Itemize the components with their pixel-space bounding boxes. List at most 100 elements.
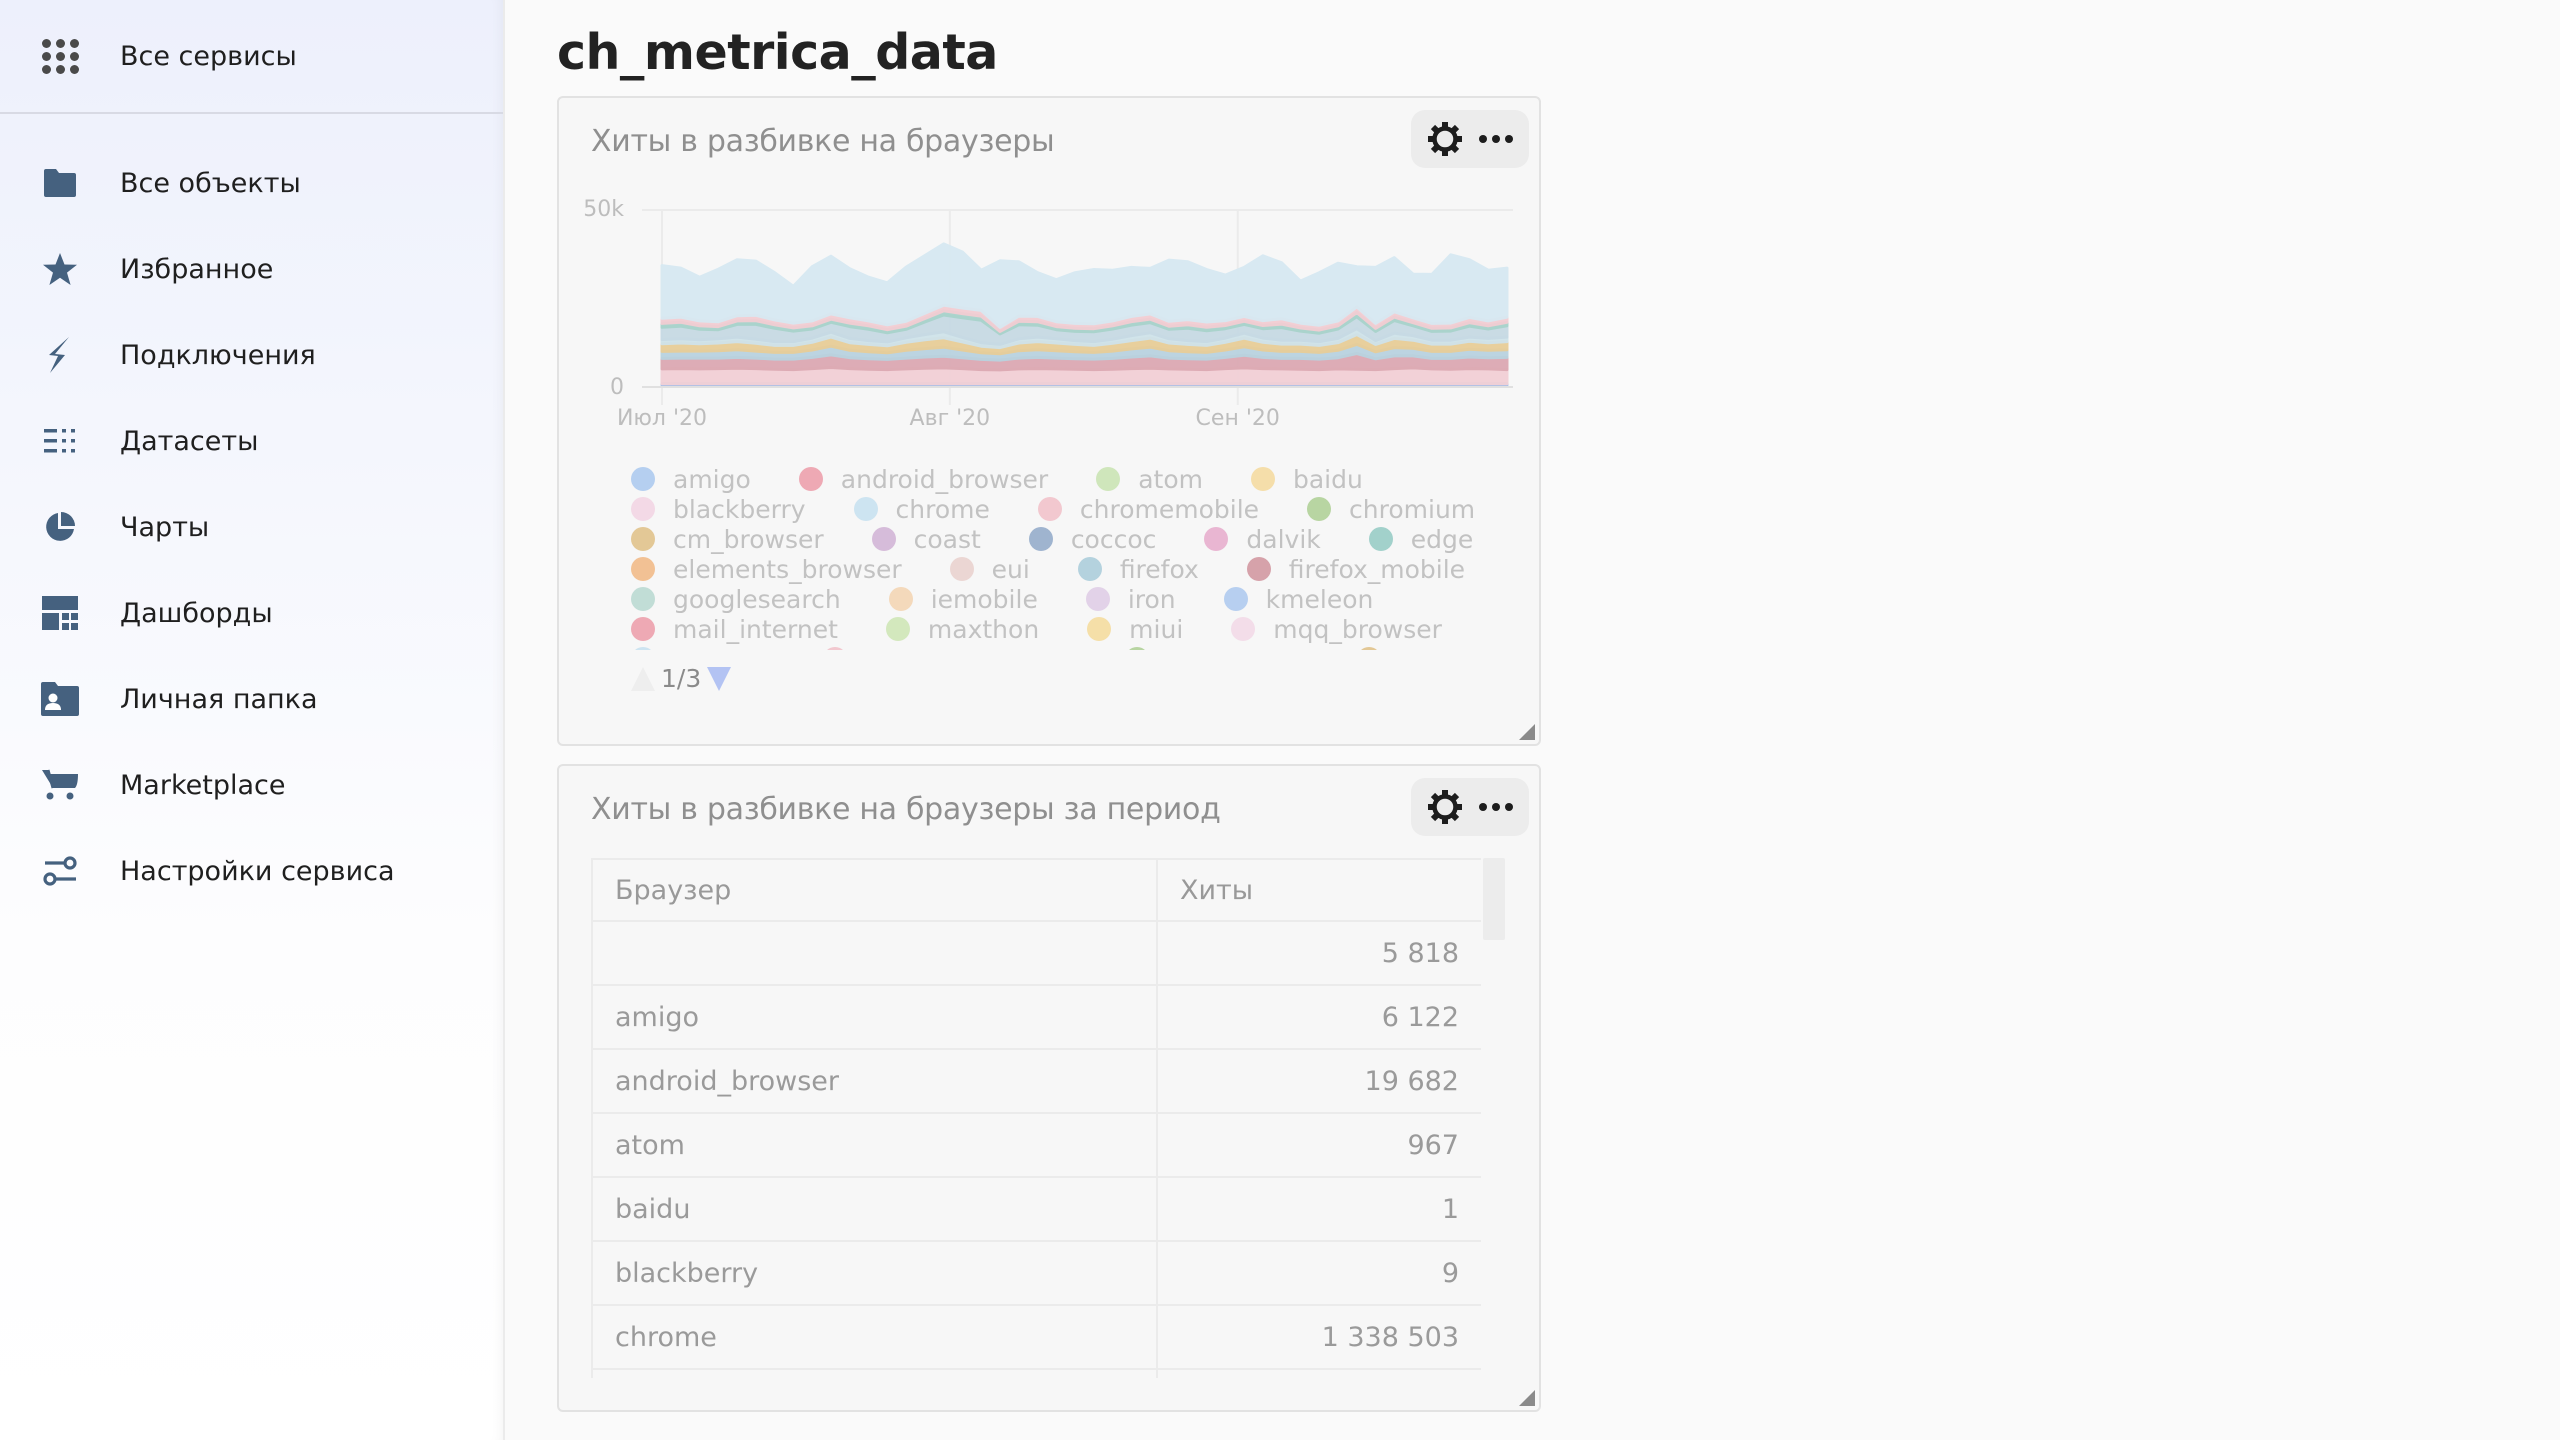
- legend-item[interactable]: chromemobile: [1037, 494, 1260, 524]
- column-header-browser[interactable]: Браузер: [591, 858, 1158, 922]
- gear-icon: [1427, 790, 1462, 824]
- browser-cell: [591, 1368, 1158, 1378]
- legend-label: mqq_browser: [1273, 614, 1442, 644]
- all-services-button[interactable]: Все сервисы: [0, 0, 503, 114]
- legend-item[interactable]: maxthon: [885, 615, 1039, 644]
- legend-swatch-icon: [1307, 497, 1332, 521]
- legend-item[interactable]: eui: [949, 554, 1030, 584]
- table-row[interactable]: baidu 1: [591, 1176, 1481, 1242]
- x-tick-label: Сен '20: [1196, 406, 1280, 431]
- table-row[interactable]: [591, 1368, 1481, 1378]
- all-services-label: Все сервисы: [120, 40, 297, 72]
- legend-label: chromemobile: [1079, 494, 1260, 524]
- table-row[interactable]: android_browser 19 682: [591, 1048, 1481, 1114]
- legend-item[interactable]: coast: [871, 525, 981, 554]
- legend-label: kmeleon: [1265, 584, 1374, 614]
- legend-swatch-icon: [1246, 557, 1271, 581]
- resize-handle[interactable]: [1519, 1390, 1535, 1406]
- legend-label: android_browser: [840, 464, 1049, 494]
- legend-swatch-icon: [1125, 647, 1149, 650]
- x-tick-label: Авг '20: [910, 406, 991, 431]
- legend-swatch-icon: [1223, 587, 1248, 611]
- folder-icon: [40, 163, 80, 203]
- legend-item[interactable]: iemobile: [888, 584, 1038, 614]
- legend-item[interactable]: android_browser: [798, 464, 1049, 494]
- legend-item[interactable]: firefox_mobile: [1246, 555, 1465, 584]
- legend-swatch-icon: [631, 647, 655, 650]
- legend-label: chrome: [895, 494, 990, 524]
- sidebar-item-charts[interactable]: Чарты: [0, 484, 503, 570]
- table-row[interactable]: amigo 6 122: [591, 984, 1481, 1050]
- legend-label: coccoc: [1070, 524, 1157, 554]
- legend-item[interactable]: edge: [1368, 525, 1473, 554]
- legend-row: googlesearch iemobile iron kmeleon: [631, 584, 1511, 614]
- sidebar-item-all-objects[interactable]: Все объекты: [0, 140, 503, 226]
- table-row[interactable]: atom 967: [591, 1112, 1481, 1178]
- table-row[interactable]: chrome 1 338 503: [591, 1304, 1481, 1370]
- hits-cell: 6 122: [1156, 984, 1481, 1050]
- sidebar-item-datasets[interactable]: Датасеты: [0, 398, 503, 484]
- legend-item[interactable]: googlesearch: [631, 585, 841, 614]
- legend-label: iemobile: [930, 584, 1038, 614]
- legend-item[interactable]: firefox: [1077, 555, 1199, 584]
- legend-swatch-icon: [823, 647, 847, 650]
- table-row[interactable]: 5 818: [591, 920, 1481, 986]
- chart-widget: Хиты в разбивке на браузеры 0 50k Июл '20 А…: [557, 96, 1541, 746]
- legend-item[interactable]: [631, 647, 673, 650]
- column-header-hits[interactable]: Хиты: [1156, 858, 1481, 922]
- legend-label: chromium: [1349, 494, 1476, 524]
- sidebar-item-dashboards[interactable]: Дашборды: [0, 570, 503, 656]
- legend-item[interactable]: miui: [1087, 615, 1183, 644]
- table-more-button[interactable]: [1473, 784, 1519, 830]
- table-scrollbar[interactable]: [1483, 858, 1505, 940]
- legend-item[interactable]: chromium: [1307, 495, 1475, 524]
- legend-item[interactable]: mqq_browser: [1231, 615, 1442, 644]
- legend-item[interactable]: [1125, 647, 1167, 650]
- browser-cell: android_browser: [591, 1048, 1158, 1114]
- dashboard-icon: [40, 593, 80, 633]
- legend-pager: 1/3: [631, 664, 732, 693]
- legend-item[interactable]: mail_internet: [631, 615, 838, 644]
- legend-prev-page-button[interactable]: [631, 666, 655, 691]
- legend-item[interactable]: elements_browser: [631, 555, 902, 584]
- sidebar-item-marketplace[interactable]: Marketplace: [0, 742, 503, 828]
- legend-item[interactable]: iron: [1085, 585, 1176, 614]
- legend-label: eui: [991, 554, 1030, 584]
- browser-cell: [591, 920, 1158, 986]
- table-row[interactable]: blackberry 9: [591, 1240, 1481, 1306]
- apps-grid-icon: [40, 37, 79, 75]
- legend-item[interactable]: coccoc: [1028, 524, 1157, 554]
- table-widget-actions: [1411, 778, 1529, 836]
- legend-item[interactable]: [1357, 647, 1399, 650]
- table-settings-button[interactable]: [1422, 784, 1468, 830]
- y-tick-label: 50k: [583, 197, 624, 222]
- legend-swatch-icon: [1096, 467, 1121, 491]
- legend-item[interactable]: atom: [1096, 465, 1203, 494]
- legend-item[interactable]: dalvik: [1204, 525, 1321, 554]
- legend-next-page-button[interactable]: [707, 666, 732, 691]
- legend-item[interactable]: amigo: [631, 465, 751, 494]
- resize-handle[interactable]: [1519, 724, 1535, 740]
- sidebar-item-connections[interactable]: Подключения: [0, 312, 503, 398]
- browser-cell: amigo: [591, 984, 1158, 1050]
- legend-row: blackberry chrome chromemobile chromium: [631, 494, 1511, 524]
- legend-item[interactable]: baidu: [1250, 465, 1363, 494]
- legend-swatch-icon: [888, 587, 913, 611]
- legend-item[interactable]: blackberry: [631, 495, 806, 524]
- hits-cell: [1156, 1368, 1481, 1378]
- table-scroll-area[interactable]: Браузер Хиты 5 818 amigo 6 122 android_brow…: [591, 858, 1481, 1378]
- legend-item[interactable]: cm_browser: [631, 525, 824, 554]
- area-series-chrome: [660, 242, 1509, 329]
- sidebar-item-favorites[interactable]: Избранное: [0, 226, 503, 312]
- sidebar-item-personal-folder[interactable]: Личная папка: [0, 656, 503, 742]
- legend-item[interactable]: [823, 647, 865, 650]
- legend-item[interactable]: chrome: [853, 494, 990, 524]
- legend-item[interactable]: kmeleon: [1223, 584, 1374, 614]
- sidebar-item-service-settings[interactable]: Настройки сервиса: [0, 828, 503, 914]
- legend-swatch-icon: [798, 467, 823, 491]
- legend-swatch-icon: [1357, 647, 1381, 650]
- lightning-icon: [40, 335, 80, 375]
- legend-swatch-icon: [1037, 497, 1062, 521]
- legend-label: miui: [1129, 614, 1184, 644]
- hits-cell: 967: [1156, 1112, 1481, 1178]
